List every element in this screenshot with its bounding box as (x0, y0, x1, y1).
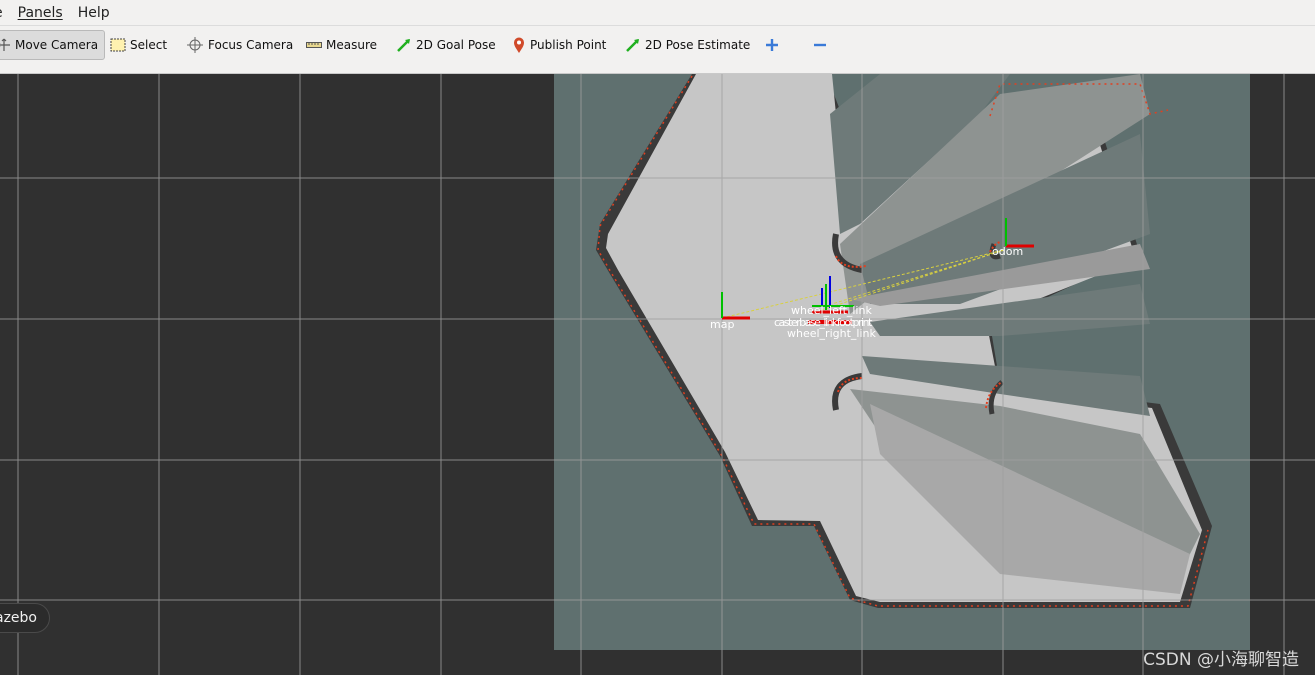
pose-estimate-tool[interactable]: 2D Pose Estimate (621, 30, 754, 60)
render-viewport[interactable]: map odom wheel_left_link casterbase_link… (0, 74, 1315, 675)
publish-point-tool[interactable]: Publish Point (508, 30, 610, 60)
plus-icon (766, 39, 778, 51)
measure-label: Measure (326, 38, 377, 52)
menu-help[interactable]: Help (70, 5, 117, 21)
wheel-left-frame-label: wheel_left_link (791, 304, 872, 317)
select-label: Select (130, 38, 168, 52)
focus-camera-label: Focus Camera (208, 38, 294, 52)
move-camera-label: Move Camera (15, 38, 99, 52)
focus-camera-tool[interactable]: Focus Camera (182, 30, 297, 60)
goal-pose-label: 2D Goal Pose (416, 38, 496, 52)
pose-estimate-label: 2D Pose Estimate (645, 38, 751, 52)
focus-camera-icon (187, 37, 203, 53)
wheel-right-frame-label: wheel_right_link (787, 327, 876, 340)
scene-svg (0, 74, 1315, 675)
minus-icon (814, 43, 826, 47)
tool-bar: Move Camera Select Focus Camera Measure … (0, 26, 1315, 87)
move-camera-icon (0, 38, 10, 51)
watermark-text: CSDN @小海聊智造 (1143, 650, 1299, 670)
measure-tool[interactable]: Measure (302, 30, 381, 60)
publish-point-label: Publish Point (530, 38, 607, 52)
menu-bar: e Panels Help (0, 0, 1315, 26)
ruler-icon (306, 42, 322, 48)
menu-file[interactable]: e (0, 5, 10, 21)
add-tool-button[interactable] (761, 30, 783, 60)
menu-panels[interactable]: Panels (10, 5, 70, 21)
goal-pose-tool[interactable]: 2D Goal Pose (392, 30, 500, 60)
remove-tool-button[interactable] (809, 30, 831, 60)
select-icon (110, 38, 126, 52)
map-frame-label: map (710, 318, 735, 331)
map-pin-icon (514, 37, 524, 53)
odom-frame-label: odom (992, 245, 1024, 258)
green-arrow-icon (626, 39, 639, 52)
move-camera-tool[interactable]: Move Camera (0, 30, 105, 60)
select-tool[interactable]: Select (106, 30, 171, 60)
green-arrow-icon (397, 39, 410, 52)
gazebo-button[interactable]: azebo (0, 603, 50, 633)
